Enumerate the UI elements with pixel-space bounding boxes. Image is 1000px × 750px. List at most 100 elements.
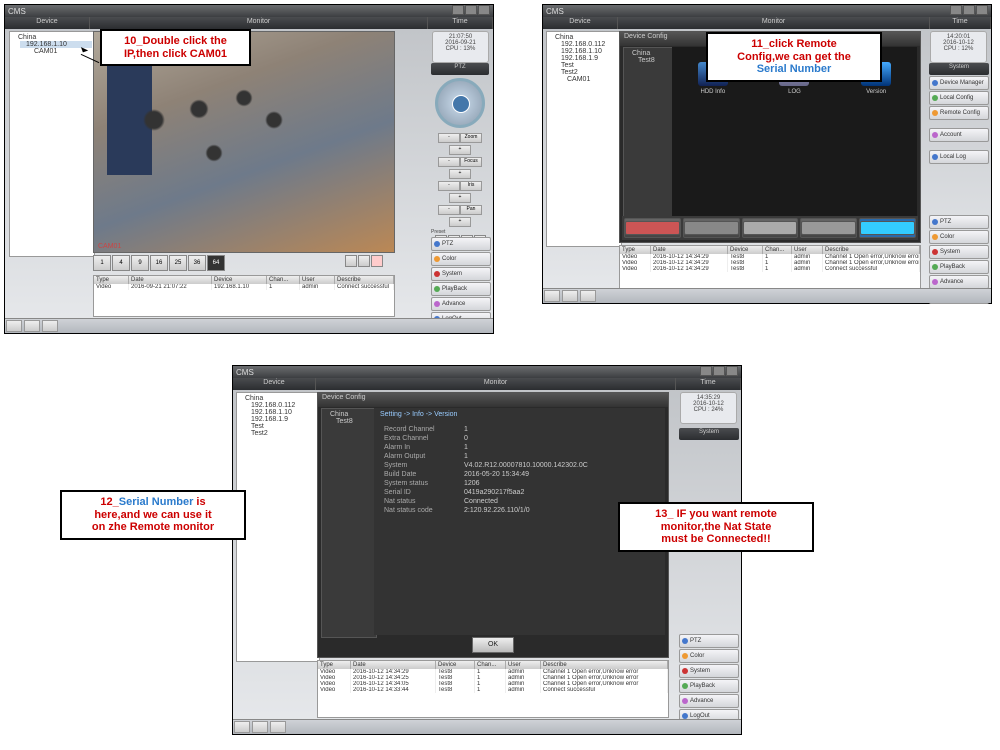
info-icon[interactable] <box>860 221 915 235</box>
side-ptz[interactable]: PTZ <box>431 237 491 251</box>
callout-12: 12_Serial Number is here,and we can use … <box>60 490 246 540</box>
device-manager-button[interactable]: Device Manager <box>929 76 989 90</box>
ptz-zoom[interactable]: Zoom <box>460 133 482 143</box>
monitor-tool-buttons[interactable] <box>345 255 383 267</box>
device-tree[interactable]: China 192.168.0.112 192.168.1.10 192.168… <box>236 392 320 662</box>
device-config-dialog: Device Config China Test8 Setting -> Inf… <box>317 392 669 658</box>
side-color[interactable]: Color <box>679 649 739 663</box>
fullscreen-icon[interactable] <box>345 255 357 267</box>
ptz-panel: PTZ -Zoom+ -Focus+ -Iris+ -Pan+ Preset <box>431 63 489 247</box>
side-playback[interactable]: PlayBack <box>431 282 491 296</box>
tree-ip[interactable]: 192.168.1.10 <box>245 409 317 416</box>
time-panel: 14:20:01 2016-10-12 CPU : 12% <box>930 31 987 63</box>
local-log-button[interactable]: Local Log <box>929 150 989 164</box>
status-bar <box>5 318 493 333</box>
ptz-direction-pad[interactable] <box>435 78 485 128</box>
advanced-icon[interactable] <box>801 221 856 235</box>
ptz-header: PTZ <box>431 63 489 75</box>
log-h-user: User <box>300 276 335 284</box>
hdr-time: Time <box>428 17 493 29</box>
column-headers: Device Monitor Time <box>5 17 493 29</box>
side-system[interactable]: System <box>679 664 739 678</box>
app-title: CMS <box>8 7 26 16</box>
window-buttons[interactable] <box>699 366 738 378</box>
tree-test[interactable]: Test2 <box>245 430 317 437</box>
device-tree[interactable]: China 192.168.0.112 192.168.1.10 192.168… <box>546 31 622 247</box>
nat-status-value: Connected <box>464 498 498 505</box>
alarm-icon[interactable] <box>684 221 739 235</box>
window-titlebar: CMS <box>5 5 493 17</box>
side-ptz[interactable]: PTZ <box>929 215 989 229</box>
ptz-focus[interactable]: Focus <box>460 157 482 167</box>
right-sidebar: PTZ Color System PlayBack Advance LogOut <box>431 237 491 326</box>
window-titlebar: CMS <box>233 366 741 378</box>
column-headers: Device Monitor Time <box>233 378 741 390</box>
grid-25[interactable]: 25 <box>169 255 187 271</box>
side-advance[interactable]: Advance <box>431 297 491 311</box>
tree-root[interactable]: China <box>12 34 92 41</box>
callout-11: 11_click Remote Config,we can get the Se… <box>706 32 882 82</box>
window-buttons[interactable] <box>949 5 988 17</box>
tree-ip[interactable]: 192.168.1.9 <box>555 55 619 62</box>
system-icon[interactable] <box>743 221 798 235</box>
disconnect-icon[interactable] <box>371 255 383 267</box>
cpu: CPU : 13% <box>433 46 488 52</box>
dialog-bottom-tabs[interactable] <box>622 216 918 240</box>
side-playback[interactable]: PlayBack <box>929 260 989 274</box>
hdr-device: Device <box>5 17 90 29</box>
ptz-iris[interactable]: Iris <box>460 181 482 191</box>
tree-test[interactable]: Test2 <box>555 69 619 76</box>
log-h-chan: Chan... <box>267 276 300 284</box>
tree-test[interactable]: Test <box>245 423 317 430</box>
breadcrumb: Setting -> Info -> Version <box>374 408 665 421</box>
system-sidebar: System Device Manager Local Config Remot… <box>929 63 989 164</box>
log-h-desc: Describe <box>335 276 394 284</box>
ptz-pan[interactable]: Pan <box>460 205 482 215</box>
grid-9[interactable]: 9 <box>131 255 149 271</box>
side-playback[interactable]: PlayBack <box>679 679 739 693</box>
callout-13: 13_ IF you want remote monitor,the Nat S… <box>618 502 814 552</box>
column-headers: Device Monitor Time <box>543 17 991 29</box>
side-color[interactable]: Color <box>929 230 989 244</box>
tree-root[interactable]: China <box>549 34 619 41</box>
side-advance[interactable]: Advance <box>679 694 739 708</box>
time-panel: 21:07:50 2016-09-21 CPU : 13% <box>432 31 489 63</box>
side-color[interactable]: Color <box>431 252 491 266</box>
grid-1[interactable]: 1 <box>93 255 111 271</box>
local-config-button[interactable]: Local Config <box>929 91 989 105</box>
record-icon[interactable] <box>625 221 680 235</box>
tree-ip[interactable]: 192.168.1.10 <box>555 48 619 55</box>
grid-36[interactable]: 36 <box>188 255 206 271</box>
dialog-tree[interactable]: China Test8 <box>321 408 377 638</box>
snapshot-icon[interactable] <box>358 255 370 267</box>
log-h-device: Device <box>212 276 267 284</box>
ptz-controls[interactable]: -Zoom+ -Focus+ -Iris+ -Pan+ <box>431 131 489 227</box>
tree-ip[interactable]: 192.168.0.112 <box>245 402 317 409</box>
tree-root[interactable]: China <box>239 395 317 402</box>
side-system[interactable]: System <box>431 267 491 281</box>
side-ptz[interactable]: PTZ <box>679 634 739 648</box>
ok-button[interactable]: OK <box>472 637 514 653</box>
grid-16[interactable]: 16 <box>150 255 168 271</box>
tree-ip[interactable]: 192.168.0.112 <box>555 41 619 48</box>
device-tree[interactable]: China 192.168.1.10 CAM01 <box>9 31 95 257</box>
app-title: CMS <box>236 368 254 377</box>
layout-grid-buttons[interactable]: 1 4 9 16 25 36 64 <box>93 255 225 271</box>
log-table: Type Date Device Chan... User Describe V… <box>619 245 921 291</box>
log-h-type: Type <box>94 276 129 284</box>
tree-test[interactable]: Test <box>555 62 619 69</box>
log-table: Type Date Device Chan... User Describe V… <box>317 660 669 718</box>
tree-ip[interactable]: 192.168.1.9 <box>245 416 317 423</box>
window-buttons[interactable] <box>451 5 490 17</box>
account-button[interactable]: Account <box>929 128 989 142</box>
tree-cam[interactable]: CAM01 <box>561 76 619 83</box>
side-system[interactable]: System <box>929 245 989 259</box>
dialog-tree[interactable]: China Test8 <box>623 47 675 221</box>
time-panel: 14:35:29 2016-10-12 CPU : 24% <box>680 392 737 424</box>
side-advance[interactable]: Advance <box>929 275 989 289</box>
camera-label: CAM01 <box>98 243 121 250</box>
log-row: Video 2016-09-21 21:07:22 192.168.1.10 1… <box>94 284 394 290</box>
grid-4[interactable]: 4 <box>112 255 130 271</box>
grid-64[interactable]: 64 <box>207 255 225 271</box>
remote-config-button[interactable]: Remote Config <box>929 106 989 120</box>
